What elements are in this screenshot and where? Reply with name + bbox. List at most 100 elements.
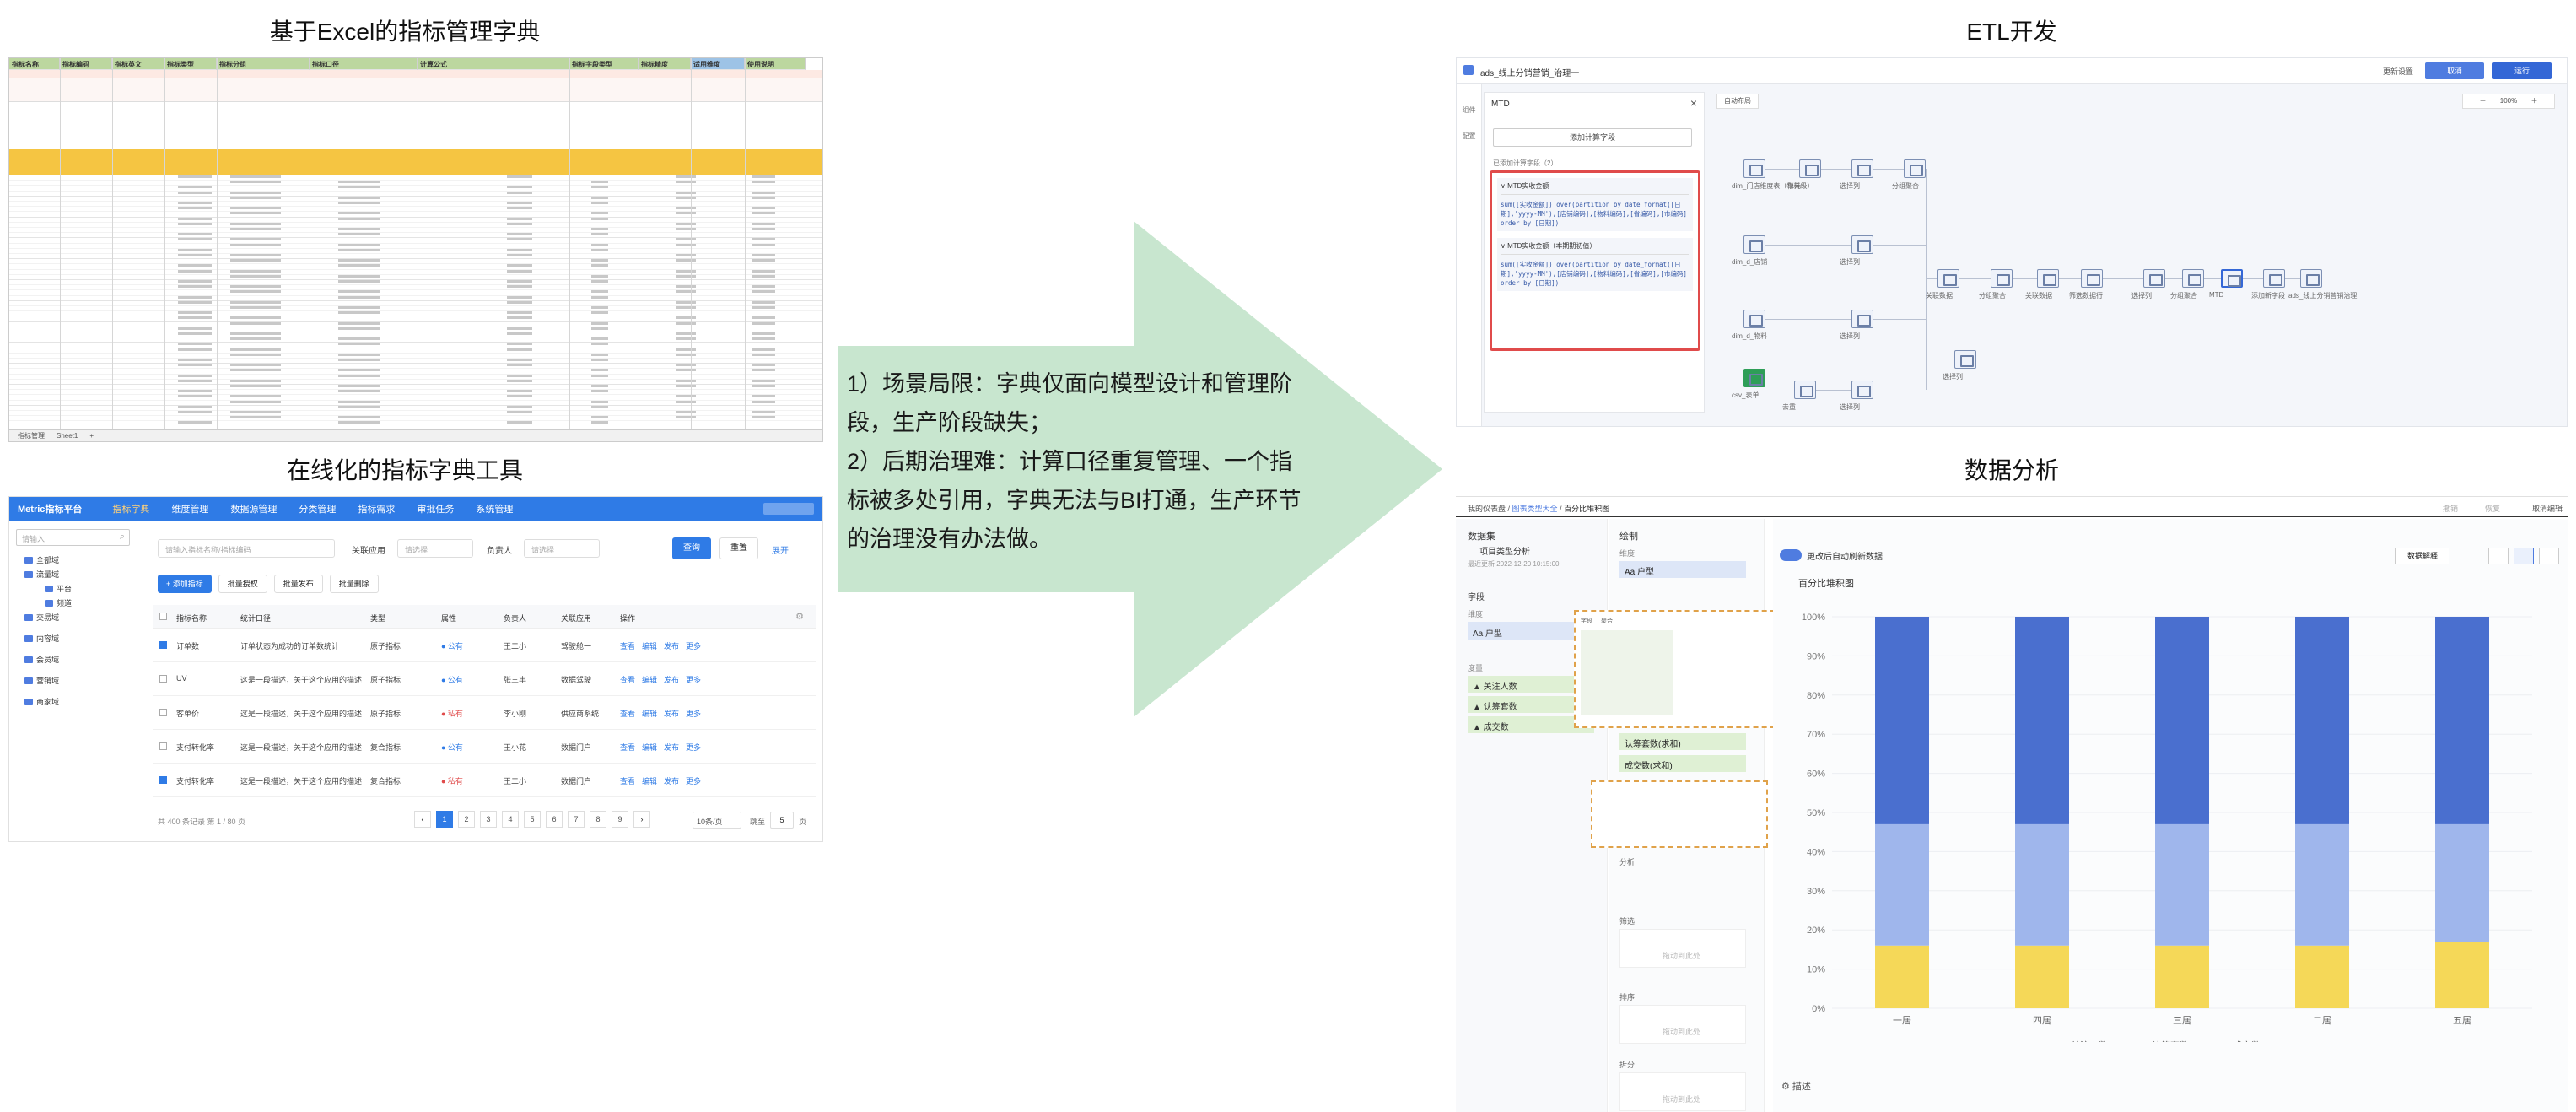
row-action-link[interactable]: 更多: [686, 742, 701, 753]
data-explain-button[interactable]: 数据解释: [2395, 548, 2449, 564]
tree-search-input[interactable]: 请输入 ⌕: [16, 529, 130, 546]
goto-input[interactable]: 5: [770, 812, 794, 829]
table-view-icon[interactable]: [2488, 548, 2509, 564]
etl-node[interactable]: [1743, 159, 1765, 178]
select-all-checkbox[interactable]: [159, 613, 167, 620]
etl-node[interactable]: [1851, 159, 1873, 178]
etl-node[interactable]: [1794, 381, 1816, 399]
bar-segment[interactable]: [2015, 945, 2069, 1008]
row-action-link[interactable]: 查看: [620, 742, 635, 753]
bar-segment[interactable]: [1875, 945, 1929, 1008]
row-action-link[interactable]: 查看: [620, 775, 635, 786]
calc-field-item[interactable]: ∨ MTD实收金额（本期期初值） sum([实收金额]) over(partiti…: [1497, 238, 1693, 291]
popover-tab[interactable]: 聚合: [1601, 617, 1613, 625]
column-settings-icon[interactable]: ⚙: [795, 611, 804, 622]
etl-node[interactable]: [1743, 235, 1765, 254]
tree-node[interactable]: 交易域: [24, 612, 130, 623]
bar-segment[interactable]: [2295, 945, 2349, 1008]
row-action-link[interactable]: 发布: [664, 775, 679, 786]
etl-node[interactable]: [1743, 310, 1765, 328]
add-metric-button[interactable]: + 添加指标: [158, 575, 212, 593]
expand-link[interactable]: 展开: [772, 543, 789, 556]
measure-pill[interactable]: 成交数(求和): [1619, 755, 1746, 772]
row-action-link[interactable]: 编辑: [642, 674, 657, 685]
legend-label[interactable]: 关注人数: [2071, 1039, 2108, 1042]
bar-view-icon[interactable]: [2514, 548, 2534, 564]
row-checkbox[interactable]: [159, 709, 167, 716]
row-action-link[interactable]: 更多: [686, 640, 701, 651]
row-action-link[interactable]: 查看: [620, 674, 635, 685]
add-sheet-button[interactable]: +: [89, 432, 94, 440]
breadcrumb-item[interactable]: 我的仪表盘: [1468, 505, 1506, 513]
drop-zone[interactable]: 拖动到此处: [1619, 1072, 1746, 1111]
nav-item-approval[interactable]: 审批任务: [417, 502, 454, 516]
bar-segment[interactable]: [1875, 617, 1929, 824]
tree-node[interactable]: 频道: [45, 597, 130, 608]
etl-node[interactable]: [1743, 369, 1765, 387]
row-action-link[interactable]: 更多: [686, 674, 701, 685]
legend-label[interactable]: 成交数: [2233, 1039, 2261, 1042]
row-action-link[interactable]: 更多: [686, 775, 701, 786]
page-number[interactable]: 2: [458, 811, 475, 828]
row-checkbox[interactable]: [159, 675, 167, 683]
etl-node[interactable]: [1851, 310, 1873, 328]
side-tab-components[interactable]: 组件: [1457, 105, 1481, 115]
auto-refresh-toggle[interactable]: [1780, 549, 1802, 561]
page-size-select[interactable]: 10条/页: [693, 812, 741, 829]
row-action-link[interactable]: 编辑: [642, 775, 657, 786]
page-number[interactable]: 8: [590, 811, 606, 828]
nav-item-requirement[interactable]: 指标需求: [358, 502, 395, 516]
row-action-link[interactable]: 查看: [620, 640, 635, 651]
row-checkbox[interactable]: [159, 776, 167, 784]
tree-node[interactable]: 内容域: [24, 633, 130, 644]
add-calc-field-button[interactable]: 添加计算字段: [1493, 128, 1692, 147]
etl-node[interactable]: [1851, 235, 1873, 254]
etl-node[interactable]: [2221, 269, 2243, 288]
etl-node[interactable]: [2143, 269, 2165, 288]
batch-auth-button[interactable]: 批量授权: [218, 575, 267, 593]
cancel-button[interactable]: 取消: [2425, 62, 2484, 79]
breadcrumb-item[interactable]: 图表类型大全: [1512, 505, 1558, 513]
bar-segment[interactable]: [2155, 945, 2209, 1008]
prev-page-button[interactable]: ‹: [414, 811, 431, 828]
etl-node[interactable]: [1954, 350, 1976, 369]
row-checkbox[interactable]: [159, 641, 167, 649]
metric-search-input[interactable]: 请输入指标名称/指标编码: [158, 539, 335, 558]
popover-tab[interactable]: 字段: [1581, 617, 1592, 625]
nav-item-datasource[interactable]: 数据源管理: [230, 502, 277, 516]
bar-segment[interactable]: [2435, 823, 2489, 942]
run-button[interactable]: 运行: [2492, 62, 2552, 79]
drop-zone[interactable]: 拖动到此处: [1619, 929, 1746, 968]
etl-toolbar-right[interactable]: 更新设置: [2383, 66, 2413, 77]
nav-item-category[interactable]: 分类管理: [299, 502, 336, 516]
tree-node[interactable]: 商家域: [24, 696, 130, 707]
row-action-link[interactable]: 更多: [686, 708, 701, 719]
tree-node[interactable]: 营销域: [24, 675, 130, 686]
grid-view-icon[interactable]: [2539, 548, 2559, 564]
cancel-edit-button[interactable]: 取消编辑: [2532, 503, 2563, 514]
tree-node[interactable]: 全部域: [24, 554, 130, 565]
etl-node[interactable]: [2037, 269, 2059, 288]
page-number[interactable]: 1: [436, 811, 453, 828]
page-number[interactable]: 7: [568, 811, 585, 828]
row-action-link[interactable]: 查看: [620, 708, 635, 719]
nav-item-metric-dict[interactable]: 指标字典: [112, 502, 149, 516]
nav-item-system[interactable]: 系统管理: [476, 502, 513, 516]
side-tab-config[interactable]: 配置: [1457, 132, 1481, 141]
bar-segment[interactable]: [2295, 617, 2349, 824]
query-button[interactable]: 查询: [672, 537, 711, 559]
tree-node[interactable]: 平台: [45, 583, 130, 594]
row-action-link[interactable]: 编辑: [642, 640, 657, 651]
bar-segment[interactable]: [2015, 823, 2069, 946]
tree-node[interactable]: 会员域: [24, 654, 130, 665]
row-action-link[interactable]: 编辑: [642, 742, 657, 753]
user-avatar[interactable]: [763, 503, 814, 515]
row-action-link[interactable]: 发布: [664, 674, 679, 685]
etl-node[interactable]: [1937, 269, 1959, 288]
etl-node[interactable]: [2182, 269, 2204, 288]
etl-node[interactable]: [1991, 269, 2013, 288]
page-number[interactable]: 6: [546, 811, 563, 828]
bar-segment[interactable]: [2435, 617, 2489, 824]
dataset-name[interactable]: 项目类型分析: [1479, 544, 1530, 557]
etl-node[interactable]: [1904, 159, 1926, 178]
